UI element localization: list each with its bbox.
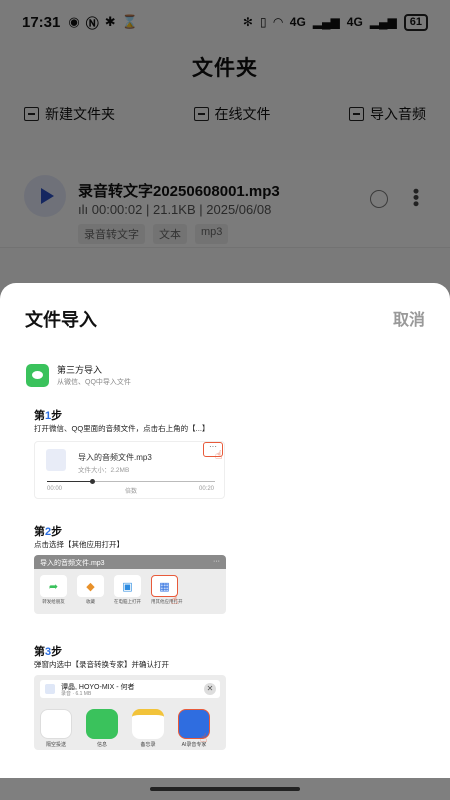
third-party-text: 第三方导入 从微信、QQ中导入文件 [57, 363, 131, 387]
navigation-bar [0, 778, 450, 800]
tap-hand-icon: ☝ [215, 448, 223, 462]
share-sheet-header: 谭晶, HOYO-MIX - 何者 录音 · 6.1 MB ✕ [40, 680, 220, 698]
messages-icon [86, 709, 118, 739]
third-party-title: 第三方导入 [57, 365, 103, 375]
share-options: ➦ 转发给朋友 ◆ 收藏 ▣ 在电脑上打开 ▦ 用其他应用打开 [34, 569, 226, 605]
step1-heading: 第1步 [34, 407, 62, 423]
step3-description: 弹窗内选中【录音转换专家】并确认打开 [34, 660, 169, 669]
step-prefix: 第 [34, 410, 45, 422]
step-suffix: 步 [51, 526, 63, 538]
option-label: 在电脑上打开 [114, 599, 141, 604]
wechat-icon [26, 363, 49, 387]
step2-header: 导入的音频文件.mp3 ··· [34, 555, 226, 569]
step2-illustration: 导入的音频文件.mp3 ··· ➦ 转发给朋友 ◆ 收藏 ▣ 在电脑上打开 ▦ [34, 555, 226, 614]
step-suffix: 步 [51, 410, 63, 422]
share-option: ➦ 转发给朋友 [40, 575, 67, 605]
step1-file-name: 导入的音频文件.mp3 [78, 453, 152, 462]
step-prefix: 第 [34, 526, 45, 538]
step-suffix: 步 [51, 646, 63, 658]
close-icon: ✕ [204, 683, 216, 695]
step1-description: 打开微信、QQ里面的音频文件，点击右上角的【...】 [34, 424, 210, 433]
share-option: ▣ 在电脑上打开 [114, 575, 141, 605]
step1-file-size: 文件大小：2.2MB [78, 467, 130, 474]
step2-header-dots: ··· [213, 558, 220, 565]
third-party-subtitle: 从微信、QQ中导入文件 [57, 379, 131, 386]
tap-hand-icon: ☝ [200, 731, 208, 745]
app-label: 隔空投送 [45, 742, 66, 748]
share-file-meta: 录音 · 6.1 MB [61, 691, 92, 697]
progress-bar [47, 479, 215, 484]
sheet-title: 文件导入 [25, 310, 97, 330]
favorite-icon: ◆ [77, 575, 104, 597]
step2-header-title: 导入的音频文件.mp3 [40, 560, 105, 567]
app-label: 备忘录 [140, 742, 156, 748]
third-party-import-header: 第三方导入 从微信、QQ中导入文件 [26, 363, 426, 387]
share-apps: 隔空投送 信息 备忘录 AI录音专家 [40, 709, 210, 748]
step-prefix: 第 [34, 646, 45, 658]
computer-icon: ▣ [114, 575, 141, 597]
step2-description: 点击选择【其他应用打开】 [34, 540, 124, 549]
step2-heading: 第2步 [34, 523, 62, 539]
time-start: 00:00 [47, 486, 63, 492]
share-app: 隔空投送 [40, 709, 72, 748]
cancel-button[interactable]: 取消 [393, 306, 425, 330]
forward-icon: ➦ [40, 575, 67, 597]
option-label: 收藏 [86, 599, 95, 604]
file-import-sheet: 文件导入 取消 第三方导入 从微信、QQ中导入文件 第1步 打开微信、QQ里面的… [0, 283, 450, 778]
tap-hand-icon: ☝ [171, 593, 179, 607]
airdrop-icon [40, 709, 72, 739]
option-label: 转发给朋友 [42, 599, 65, 604]
import-guide: 第三方导入 从微信、QQ中导入文件 第1步 打开微信、QQ里面的音频文件，点击右… [26, 363, 426, 750]
time-end: 00:20 [199, 486, 215, 492]
step1-illustration: 导入的音频文件.mp3 文件大小：2.2MB ··· 00:00 倍数 00:2… [34, 441, 225, 499]
step3-illustration: 谭晶, HOYO-MIX - 何者 录音 · 6.1 MB ✕ 隔空投送 信息 … [34, 675, 226, 750]
share-app: 备忘录 [132, 709, 164, 748]
notes-icon [132, 709, 164, 739]
share-app: 信息 [86, 709, 118, 748]
app-label: 信息 [96, 742, 107, 748]
audio-file-icon [46, 449, 66, 471]
step3-heading: 第3步 [34, 643, 62, 659]
speed-label: 倍数 [125, 489, 138, 495]
document-icon [45, 684, 55, 694]
home-indicator[interactable] [150, 787, 300, 791]
share-option: ◆ 收藏 [77, 575, 104, 605]
